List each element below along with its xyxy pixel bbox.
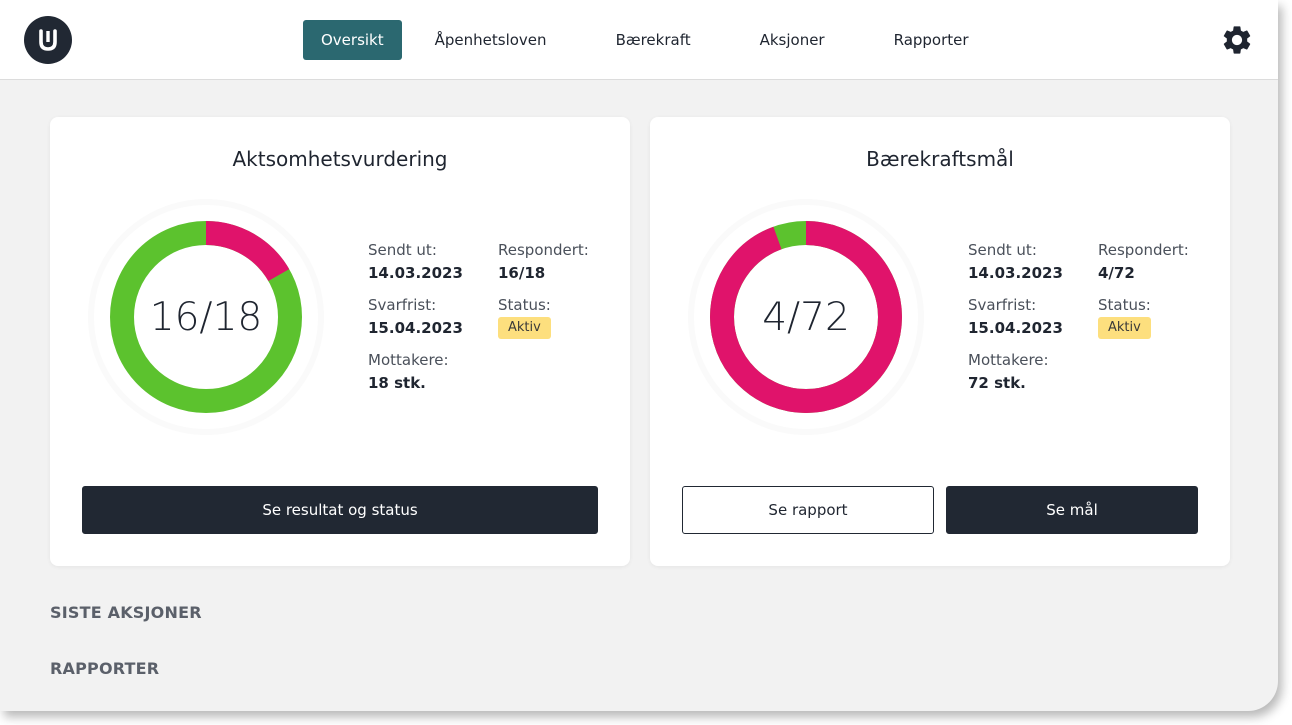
sent-field: Sendt ut: 14.03.2023 [968, 241, 1098, 284]
recipients-field: Mottakere: 18 stk. [368, 351, 498, 394]
card-info: Sendt ut: 14.03.2023 Respondert: 4/72 Sv… [968, 241, 1208, 401]
gear-icon[interactable] [1220, 23, 1254, 57]
responded-value: 4/72 [1098, 264, 1135, 282]
deadline-field: Svarfrist: 15.04.2023 [368, 296, 498, 339]
responded-field: Respondert: 4/72 [1098, 241, 1228, 284]
sent-value: 14.03.2023 [968, 264, 1063, 282]
u-logo-icon[interactable] [24, 16, 72, 64]
nav-tab-apenhetsloven[interactable]: Åpenhetsloven [417, 20, 565, 60]
sent-label: Sendt ut: [968, 241, 1037, 259]
see-goals-button[interactable]: Se mål [946, 486, 1198, 534]
donut-chart: 4/72 [686, 197, 926, 437]
recipients-value: 72 stk. [968, 374, 1026, 392]
nav-tab-rapporter[interactable]: Rapporter [876, 20, 987, 60]
see-report-button[interactable]: Se rapport [682, 486, 934, 534]
recipients-label: Mottakere: [368, 351, 449, 369]
sent-label: Sendt ut: [368, 241, 437, 259]
card-info: Sendt ut: 14.03.2023 Respondert: 16/18 S… [368, 241, 608, 401]
donut-center-label: 4/72 [762, 294, 850, 340]
reports-heading[interactable]: RAPPORTER [50, 659, 159, 678]
sent-field: Sendt ut: 14.03.2023 [368, 241, 498, 284]
top-navigation-bar: Oversikt Åpenhetsloven Bærekraft Aksjone… [0, 0, 1278, 80]
nav-tab-oversikt[interactable]: Oversikt [303, 20, 402, 60]
nav-tab-aksjoner[interactable]: Aksjoner [742, 20, 843, 60]
card-baerekraftsmal: Bærekraftsmål 4/72 Sendt ut: 14.03.2023 … [650, 117, 1230, 566]
nav-tab-baerekraft[interactable]: Bærekraft [598, 20, 709, 60]
deadline-field: Svarfrist: 15.04.2023 [968, 296, 1098, 339]
responded-label: Respondert: [498, 241, 589, 259]
status-field: Status: Aktiv [498, 296, 628, 339]
recipients-field: Mottakere: 72 stk. [968, 351, 1098, 394]
donut-center-label: 16/18 [149, 294, 263, 340]
card-title: Bærekraftsmål [866, 147, 1014, 171]
card-title: Aktsomhetsvurdering [232, 147, 448, 171]
card-aktsomhetsvurdering: Aktsomhetsvurdering 16/18 Sendt ut: 14.0… [50, 117, 630, 566]
see-results-button[interactable]: Se resultat og status [82, 486, 598, 534]
status-label: Status: [1098, 296, 1151, 314]
main-nav: Oversikt Åpenhetsloven Bærekraft Aksjone… [303, 20, 987, 60]
responded-label: Respondert: [1098, 241, 1189, 259]
status-field: Status: Aktiv [1098, 296, 1228, 339]
responded-value: 16/18 [498, 264, 546, 282]
recipients-label: Mottakere: [968, 351, 1049, 369]
deadline-value: 15.04.2023 [368, 319, 463, 337]
status-label: Status: [498, 296, 551, 314]
deadline-label: Svarfrist: [968, 296, 1037, 314]
app-window: Oversikt Åpenhetsloven Bærekraft Aksjone… [0, 0, 1278, 711]
deadline-label: Svarfrist: [368, 296, 437, 314]
status-badge: Aktiv [498, 317, 551, 339]
sent-value: 14.03.2023 [368, 264, 463, 282]
status-badge: Aktiv [1098, 317, 1151, 339]
recent-actions-heading[interactable]: SISTE AKSJONER [50, 603, 202, 622]
recipients-value: 18 stk. [368, 374, 426, 392]
donut-chart: 16/18 [86, 197, 326, 437]
responded-field: Respondert: 16/18 [498, 241, 628, 284]
deadline-value: 15.04.2023 [968, 319, 1063, 337]
